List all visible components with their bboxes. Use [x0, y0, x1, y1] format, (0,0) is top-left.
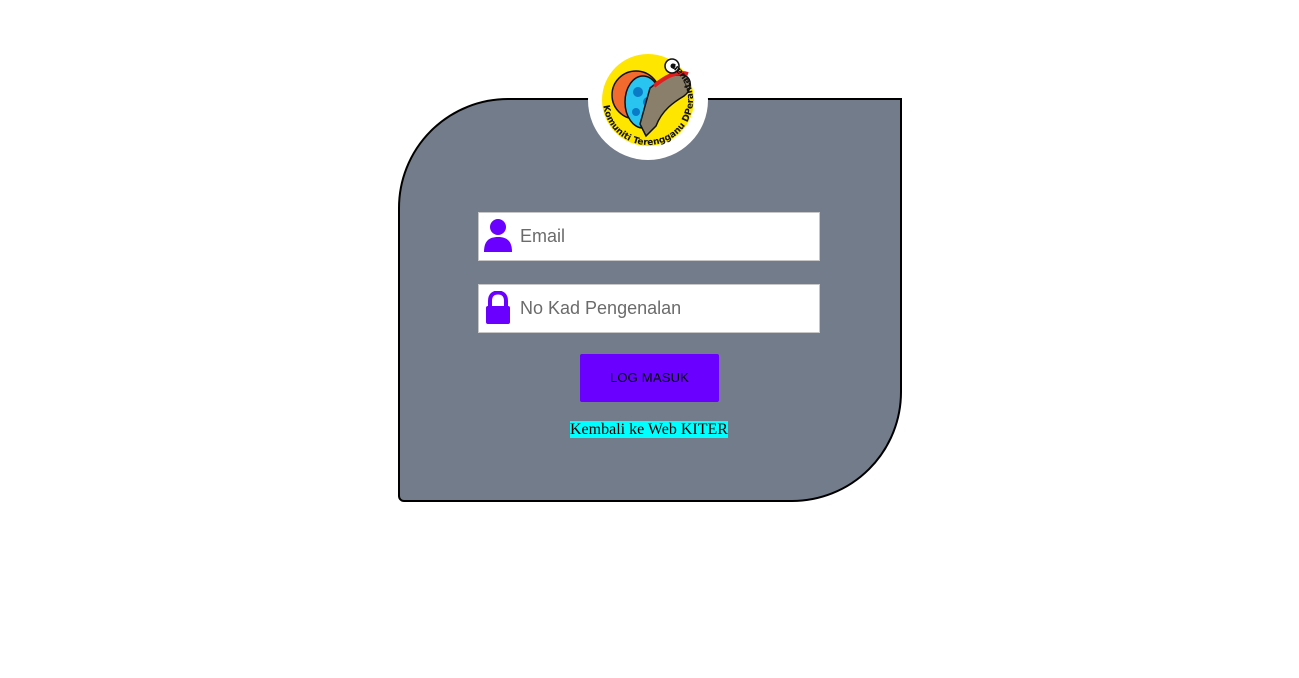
email-field — [478, 212, 820, 261]
login-page: Komuniti Terengganu DPerantauan LOG MASU… — [0, 0, 1299, 678]
login-button[interactable]: LOG MASUK — [580, 354, 719, 402]
logo-graphic: Komuniti Terengganu DPerantauan — [590, 42, 706, 158]
user-icon — [484, 219, 512, 252]
community-logo: Komuniti Terengganu DPerantauan — [588, 40, 708, 160]
ic-number-input[interactable] — [517, 285, 816, 332]
back-to-website-link[interactable]: Kembali ke Web KITER — [570, 421, 728, 438]
ic-number-field — [478, 284, 820, 333]
lock-icon — [486, 291, 510, 324]
email-input[interactable] — [517, 213, 816, 260]
